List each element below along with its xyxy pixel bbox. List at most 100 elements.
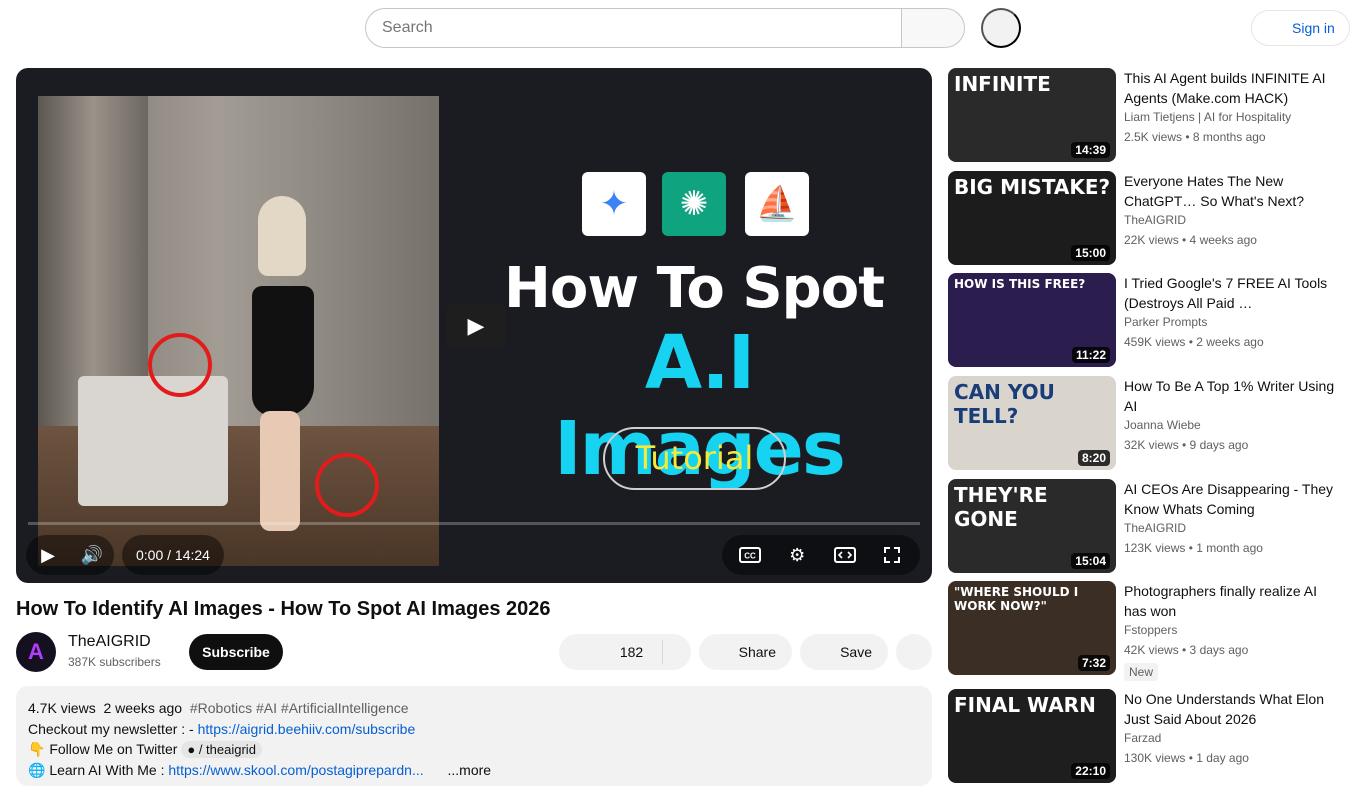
recommended-video[interactable]: "WHERE SHOULD I WORK NOW?" 7:32 Photograph… bbox=[948, 581, 1348, 681]
recommended-title[interactable]: Everyone Hates The New ChatGPT… So What'… bbox=[1124, 171, 1338, 211]
captions-icon: CC bbox=[738, 547, 761, 563]
recommended-channel[interactable]: Joanna Wiebe bbox=[1124, 418, 1201, 432]
channel-avatar[interactable]: A bbox=[16, 632, 56, 672]
x-logo-icon: ● bbox=[187, 742, 196, 757]
channel-name[interactable]: TheAIGRID bbox=[68, 633, 151, 651]
gemini-logo-icon: ✦ bbox=[582, 172, 646, 236]
recommended-video[interactable]: HOW IS THIS FREE? 11:22 I Tried Google's 7… bbox=[948, 273, 1348, 367]
recommended-video[interactable]: INFINITE 14:39 This AI Agent builds INFINI… bbox=[948, 68, 1348, 162]
chatgpt-logo-icon: ✺ bbox=[662, 172, 726, 236]
theater-icon bbox=[833, 547, 856, 563]
volume-button[interactable]: 🔊 bbox=[70, 535, 114, 575]
big-play-button[interactable]: ▶ bbox=[446, 303, 506, 348]
pointing-hand-icon: 👇 bbox=[28, 741, 46, 757]
show-more-button[interactable]: ...more bbox=[448, 762, 492, 778]
subscriber-count: 387K subscribers bbox=[68, 655, 161, 669]
more-actions-button[interactable] bbox=[896, 634, 932, 670]
recommended-meta: 130K views • 1 day ago bbox=[1124, 751, 1249, 765]
view-count: 4.7K views bbox=[28, 700, 96, 716]
recommended-meta: 32K views • 9 days ago bbox=[1124, 438, 1249, 452]
time-display: 0:00 / 14:24 bbox=[122, 535, 224, 575]
recommended-meta: 459K views • 2 weeks ago bbox=[1124, 335, 1264, 349]
upload-date: 2 weeks ago bbox=[103, 700, 183, 716]
fullscreen-button[interactable] bbox=[870, 535, 914, 575]
recommended-meta: 123K views • 1 month ago bbox=[1124, 541, 1263, 555]
thumbnail-text: INFINITE bbox=[954, 72, 1051, 96]
share-button[interactable]: Share bbox=[699, 634, 792, 670]
recommended-channel[interactable]: Farzad bbox=[1124, 731, 1161, 745]
captions-button[interactable]: CC bbox=[728, 535, 772, 575]
player-controls-left: ▶ 🔊 0:00 / 14:24 bbox=[26, 535, 224, 575]
description-stats-line: 4.7K views 2 weeks ago #Robotics #AI #Ar… bbox=[28, 698, 920, 719]
recommended-title[interactable]: No One Understands What Elon Just Said A… bbox=[1124, 689, 1338, 729]
twitter-line: 👇 Follow Me on Twitter ● / theaigrid bbox=[28, 739, 920, 760]
like-dislike-group: 182 bbox=[559, 634, 691, 670]
like-button[interactable]: 182 bbox=[559, 640, 663, 664]
recommended-video[interactable]: FINAL WARN 22:10 No One Understands What E… bbox=[948, 689, 1348, 783]
recommended-title[interactable]: How To Be A Top 1% Writer Using AI bbox=[1124, 376, 1338, 416]
recommended-title[interactable]: AI CEOs Are Disappearing - They Know Wha… bbox=[1124, 479, 1338, 519]
recommended-title[interactable]: Photographers finally realize AI has won bbox=[1124, 581, 1338, 621]
dislike-button[interactable] bbox=[663, 634, 691, 670]
recommended-channel[interactable]: TheAIGRID bbox=[1124, 213, 1186, 227]
video-title: How To Identify AI Images - How To Spot … bbox=[16, 598, 551, 620]
recommended-channel[interactable]: Fstoppers bbox=[1124, 623, 1177, 637]
recommended-channel[interactable]: TheAIGRID bbox=[1124, 521, 1186, 535]
learn-link[interactable]: https://www.skool.com/postagiprepardn... bbox=[168, 762, 423, 778]
recommended-thumbnail[interactable]: "WHERE SHOULD I WORK NOW?" 7:32 bbox=[948, 581, 1116, 675]
voice-search-button[interactable] bbox=[981, 8, 1021, 48]
duration-badge: 7:32 bbox=[1077, 655, 1110, 671]
duration-badge: 15:04 bbox=[1071, 553, 1110, 569]
settings-button[interactable]: ⚙ bbox=[775, 535, 819, 575]
recommended-thumbnail[interactable]: FINAL WARN 22:10 bbox=[948, 689, 1116, 783]
subscribe-button[interactable]: Subscribe bbox=[189, 634, 283, 670]
hashtags[interactable]: #Robotics #AI #ArtificialIntelligence bbox=[190, 700, 409, 716]
gear-icon: ⚙ bbox=[789, 544, 806, 565]
thumbnail-title-line1: How To Spot bbox=[504, 256, 885, 321]
thumbnail-text: FINAL WARN bbox=[954, 693, 1096, 717]
search-input[interactable] bbox=[365, 8, 902, 48]
learn-line: 🌐 Learn AI With Me : https://www.skool.c… bbox=[28, 761, 492, 778]
thumbnail-text: THEY'RE GONE bbox=[954, 483, 1048, 531]
fullscreen-icon bbox=[884, 547, 901, 563]
theater-mode-button[interactable] bbox=[823, 535, 867, 575]
duration-badge: 8:20 bbox=[1077, 450, 1110, 466]
newsletter-line: Checkout my newsletter : - https://aigri… bbox=[28, 720, 416, 737]
save-button[interactable]: Save bbox=[800, 634, 888, 670]
recommended-channel[interactable]: Liam Tietjens | AI for Hospitality bbox=[1124, 110, 1291, 124]
duration-badge: 11:22 bbox=[1071, 347, 1110, 363]
sign-in-button[interactable]: Sign in bbox=[1251, 10, 1350, 46]
recommended-thumbnail[interactable]: CAN YOU TELL? 8:20 bbox=[948, 376, 1116, 470]
recommended-thumbnail[interactable]: BIG MISTAKE? 15:00 bbox=[948, 171, 1116, 265]
recommended-channel[interactable]: Parker Prompts bbox=[1124, 315, 1207, 329]
recommended-thumbnail[interactable]: HOW IS THIS FREE? 11:22 bbox=[948, 273, 1116, 367]
twitter-handle-chip[interactable]: ● / theaigrid bbox=[181, 741, 262, 758]
thumbnail-text: BIG MISTAKE? bbox=[954, 175, 1111, 199]
new-badge: New bbox=[1124, 663, 1159, 681]
svg-text:CC: CC bbox=[744, 552, 756, 561]
recommended-title[interactable]: This AI Agent builds INFINITE AI Agents … bbox=[1124, 68, 1338, 108]
play-button[interactable]: ▶ bbox=[26, 535, 70, 575]
recommended-video[interactable]: THEY'RE GONE 15:04 AI CEOs Are Disappearin… bbox=[948, 479, 1348, 573]
recommended-title[interactable]: I Tried Google's 7 FREE AI Tools (Destro… bbox=[1124, 273, 1338, 313]
recommended-video[interactable]: BIG MISTAKE? 15:00 Everyone Hates The New … bbox=[948, 171, 1348, 265]
description-box[interactable]: 4.7K views 2 weeks ago #Robotics #AI #Ar… bbox=[16, 686, 932, 786]
recommended-thumbnail[interactable]: THEY'RE GONE 15:04 bbox=[948, 479, 1116, 573]
recommended-meta: 42K views • 3 days ago bbox=[1124, 643, 1249, 657]
globe-icon: 🌐 bbox=[28, 761, 46, 778]
thumbnail-text: CAN YOU TELL? bbox=[954, 380, 1055, 428]
midjourney-logo-icon: ⛵ bbox=[745, 172, 809, 236]
progress-bar[interactable] bbox=[28, 522, 920, 525]
thumbnail-text: "WHERE SHOULD I WORK NOW?" bbox=[954, 585, 1079, 613]
thumbnail-photo bbox=[38, 96, 439, 566]
recommended-video[interactable]: CAN YOU TELL? 8:20 How To Be A Top 1% Writ… bbox=[948, 376, 1348, 470]
highlight-circle bbox=[315, 453, 379, 517]
bed bbox=[78, 376, 228, 506]
newsletter-link[interactable]: https://aigrid.beehiiv.com/subscribe bbox=[198, 721, 416, 737]
highlight-circle bbox=[148, 333, 212, 397]
video-player[interactable]: ✦ ✺ ⛵ How To Spot A.I Images Tutorial ▶ … bbox=[16, 68, 932, 583]
top-bar: Sign in bbox=[0, 0, 1366, 56]
search-button[interactable] bbox=[901, 8, 965, 48]
recommended-thumbnail[interactable]: INFINITE 14:39 bbox=[948, 68, 1116, 162]
volume-icon: 🔊 bbox=[80, 544, 104, 565]
